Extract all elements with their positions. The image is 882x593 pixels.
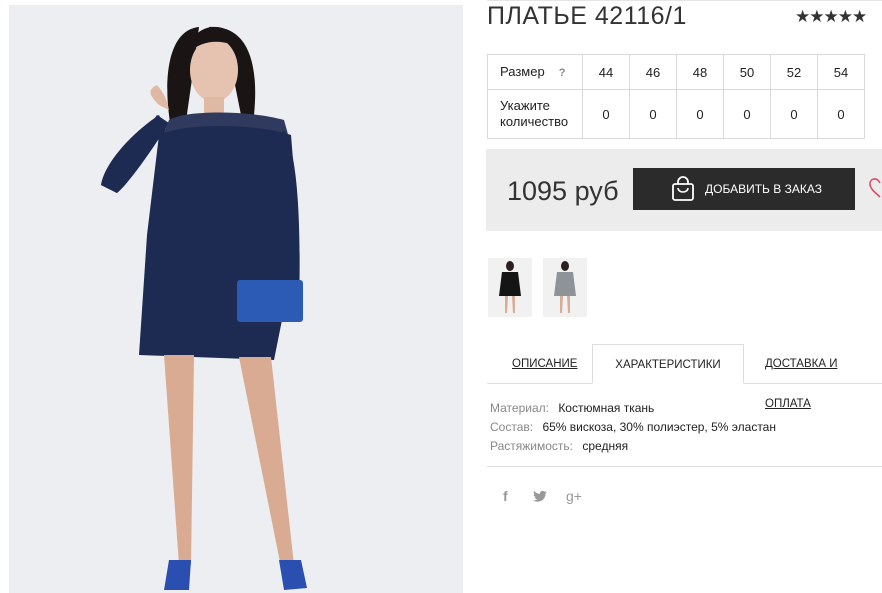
size-cell: 48 (676, 54, 724, 90)
spec-stretch-value: средняя (582, 439, 629, 453)
buy-box: 1095 руб ДОБАВИТЬ В ЗАКАЗ (486, 149, 882, 231)
shopping-bag-icon (672, 176, 694, 201)
thumbnail-black-dress-image (488, 258, 532, 317)
size-cell: 44 (582, 54, 630, 90)
size-cell: 46 (629, 54, 677, 90)
size-row: Размер? 44 46 48 50 52 54 (487, 54, 865, 90)
quantity-input[interactable]: 0 (629, 89, 677, 139)
tab-delivery-payment[interactable]: ДОСТАВКА И ОПЛАТА (765, 344, 882, 410)
spec-stretch-key: Растяжимость: (490, 439, 574, 453)
heart-icon[interactable] (864, 177, 882, 199)
product-main-photo[interactable] (9, 5, 463, 593)
model-in-dress-image (101, 26, 307, 590)
spec-material-key: Материал: (490, 401, 549, 415)
quantity-row: Укажите количество 0 0 0 0 0 0 (487, 89, 865, 139)
spec-composition-value: 65% вискоза, 30% полиэстер, 5% эластан (542, 420, 776, 434)
size-row-label: Размер? (487, 54, 583, 90)
size-label: Размер (500, 63, 545, 79)
spec-stretch: Растяжимость: средняя (490, 437, 776, 456)
tab-description-label: ОПИСАНИЕ (512, 358, 578, 370)
add-to-order-button[interactable]: ДОБАВИТЬ В ЗАКАЗ (633, 168, 855, 210)
twitter-icon[interactable] (533, 490, 548, 502)
quantity-row-label: Укажите количество (487, 89, 583, 139)
thumbnail-gray-dress[interactable] (543, 258, 587, 317)
product-tabs: ОПИСАНИЕ ХАРАКТЕРИСТИКИ ДОСТАВКА И ОПЛАТ… (487, 344, 882, 410)
facebook-icon[interactable]: f (503, 488, 508, 504)
quantity-input[interactable]: 0 (770, 89, 818, 139)
thumbnail-gray-dress-image (543, 258, 587, 317)
spec-material: Материал: Костюмная ткань (490, 399, 776, 418)
size-cell: 50 (723, 54, 771, 90)
specs-divider (487, 466, 882, 467)
rating-stars[interactable]: ★★★★★ (795, 7, 867, 27)
quantity-input[interactable]: 0 (723, 89, 771, 139)
thumbnail-black-dress[interactable] (488, 258, 532, 317)
quantity-input[interactable]: 0 (582, 89, 630, 139)
google-plus-icon[interactable]: g+ (566, 488, 582, 504)
price: 1095 руб (507, 176, 619, 206)
quantity-label-line2: количество (500, 114, 569, 129)
quantity-input[interactable]: 0 (817, 89, 865, 139)
product-specs: Материал: Костюмная ткань Состав: 65% ви… (490, 399, 776, 456)
tab-characteristics[interactable]: ХАРАКТЕРИСТИКИ (592, 344, 744, 384)
spec-material-value: Костюмная ткань (558, 401, 655, 415)
top-divider (487, 0, 882, 1)
size-cell: 54 (817, 54, 865, 90)
spec-composition: Состав: 65% вискоза, 30% полиэстер, 5% э… (490, 418, 776, 437)
tab-characteristics-label: ХАРАКТЕРИСТИКИ (615, 359, 721, 371)
size-quantity-table: Размер? 44 46 48 50 52 54 Укажите количе… (487, 54, 865, 139)
quantity-label-line1: Укажите (500, 98, 550, 113)
add-to-order-label: ДОБАВИТЬ В ЗАКАЗ (705, 182, 822, 196)
tab-description[interactable]: ОПИСАНИЕ (512, 344, 577, 384)
spec-composition-key: Состав: (490, 420, 534, 434)
size-cell: 52 (770, 54, 818, 90)
product-title: ПЛАТЬЕ 42116/1 (487, 2, 687, 30)
quantity-input[interactable]: 0 (676, 89, 724, 139)
size-help-icon[interactable]: ? (559, 67, 566, 79)
